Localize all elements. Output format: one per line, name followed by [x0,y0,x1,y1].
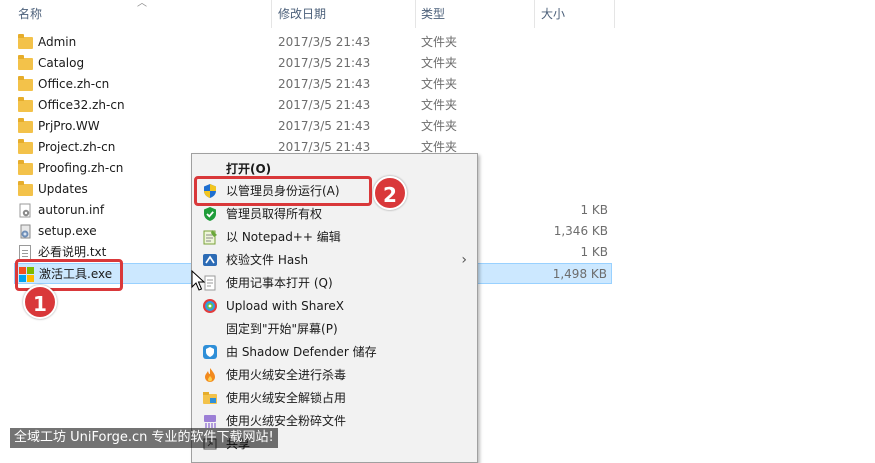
file-size: 1,498 KB [552,267,607,281]
file-name: Office32.zh-cn [38,98,125,112]
menu-item-label: 管理员取得所有权 [226,207,323,221]
file-name: Office.zh-cn [38,77,110,91]
menu-item-huorong-unlock[interactable]: 使用火绒安全解锁占用 [192,387,477,410]
folder-icon [18,160,34,176]
file-row[interactable]: Admin 2017/3/5 21:43 文件夹 [14,32,612,53]
file-name: PrjPro.WW [38,119,100,133]
file-type: 文件夹 [421,98,458,112]
highlight-box-run-as-admin [194,176,372,206]
menu-item-label: 使用火绒安全进行杀毒 [226,368,347,382]
column-modified-header[interactable]: 修改日期 [273,0,415,28]
menu-item-notepadpp[interactable]: 以 Notepad++ 编辑 [192,226,477,249]
step-badge-1: 1 [23,285,57,319]
folder-icon [18,139,34,155]
folder-icon [18,34,34,50]
file-name: setup.exe [38,224,97,238]
menu-item-label: 固定到"开始"屏幕(P) [226,322,338,336]
file-date: 2017/3/5 21:43 [278,35,371,49]
huorong-icon [202,367,218,383]
file-name: Proofing.zh-cn [38,161,124,175]
menu-item-huorong-scan[interactable]: 使用火绒安全进行杀毒 [192,364,477,387]
settings-file-icon [18,203,34,218]
file-date: 2017/3/5 21:43 [278,98,371,112]
text-file-icon [18,245,34,260]
file-name: Catalog [38,56,85,70]
file-type: 文件夹 [421,35,458,49]
menu-item-take-ownership[interactable]: 管理员取得所有权 [192,203,477,226]
column-divider[interactable] [614,0,615,28]
column-divider[interactable] [271,0,272,28]
menu-item-label: Upload with ShareX [226,299,344,313]
menu-item-hash[interactable]: 校验文件 Hash › [192,249,477,272]
file-name: autorun.inf [38,203,105,217]
menu-item-shadow-defender[interactable]: 由 Shadow Defender 储存 [192,341,477,364]
file-row[interactable]: Catalog 2017/3/5 21:43 文件夹 [14,53,612,74]
folder-icon [18,181,34,197]
file-type: 文件夹 [421,56,458,70]
file-size: 1 KB [580,245,608,259]
menu-item-label: 以 Notepad++ 编辑 [226,230,341,244]
column-header: ︿ 名称 修改日期 类型 大小 [0,0,875,28]
green-shield-check-icon [202,206,218,222]
menu-item-sharex[interactable]: Upload with ShareX [192,295,477,318]
column-type-header[interactable]: 类型 [416,0,534,28]
file-row[interactable]: Office32.zh-cn 2017/3/5 21:43 文件夹 [14,95,612,116]
menu-item-pin-start[interactable]: 固定到"开始"屏幕(P) [192,318,477,341]
folder-icon [18,97,34,113]
menu-item-open-notepad[interactable]: 使用记事本打开 (Q) [192,272,477,295]
sharex-icon [202,298,218,314]
menu-item-label: 校验文件 Hash [226,253,309,267]
site-watermark: 全域工坊 UniForge.cn 专业的软件下载网站! [10,428,278,448]
file-type: 文件夹 [421,77,458,91]
shadow-defender-icon [202,344,218,360]
file-name: Admin [38,35,77,49]
setup-exe-icon [18,224,34,239]
submenu-arrow-icon: › [461,252,467,268]
file-name: Project.zh-cn [38,140,116,154]
hash-icon [202,252,218,268]
step-badge-2: 2 [373,176,407,210]
file-row[interactable]: PrjPro.WW 2017/3/5 21:43 文件夹 [14,116,612,137]
menu-item-label: 使用记事本打开 (Q) [226,276,333,290]
folder-icon [18,76,34,92]
file-date: 2017/3/5 21:43 [278,56,371,70]
file-row[interactable]: Office.zh-cn 2017/3/5 21:43 文件夹 [14,74,612,95]
file-size: 1 KB [580,203,608,217]
file-name: Updates [38,182,88,196]
file-date: 2017/3/5 21:43 [278,77,371,91]
column-size-header[interactable]: 大小 [536,0,614,28]
file-date: 2017/3/5 21:43 [278,119,371,133]
mouse-cursor-icon [191,270,205,291]
file-type: 文件夹 [421,119,458,133]
folder-icon [18,55,34,71]
shred-icon [202,413,218,429]
column-name-header[interactable]: 名称 [13,0,271,28]
column-divider[interactable] [534,0,535,28]
folder-icon [18,118,34,134]
notepadpp-icon [202,229,218,245]
unlock-folder-icon [202,390,218,406]
menu-item-label: 使用火绒安全解锁占用 [226,391,347,405]
menu-item-label: 由 Shadow Defender 储存 [226,345,377,359]
file-size: 1,346 KB [553,224,608,238]
